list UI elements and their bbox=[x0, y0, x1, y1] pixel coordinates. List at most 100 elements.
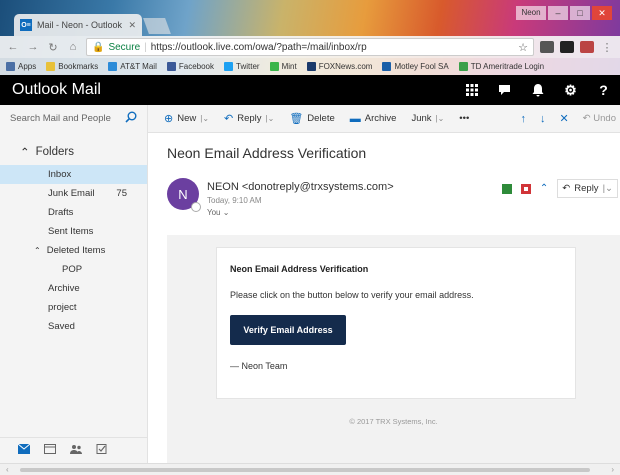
folder-archive[interactable]: Archive bbox=[0, 279, 147, 298]
folder-drafts[interactable]: Drafts bbox=[0, 203, 147, 222]
archive-icon: ▬ bbox=[349, 112, 361, 125]
bookmark-item[interactable]: Mint bbox=[269, 62, 297, 71]
bookmark-favicon-icon bbox=[108, 62, 118, 71]
back-icon[interactable]: ← bbox=[6, 41, 20, 53]
arrow-down-icon[interactable]: ↓ bbox=[540, 113, 546, 125]
command-row: Search Mail and People ⊕ New |⌄ ↶ Reply |⌄ 🗑… bbox=[0, 104, 620, 133]
bookmark-star-icon[interactable]: ☆ bbox=[518, 41, 528, 54]
chevron-down-icon[interactable]: |⌄ bbox=[266, 114, 275, 123]
green-addin-icon[interactable] bbox=[501, 183, 512, 194]
new-tab-button[interactable] bbox=[143, 18, 171, 34]
bookmark-favicon-icon bbox=[6, 62, 15, 71]
undo-button[interactable]: ↶ Undo bbox=[583, 113, 616, 124]
tab-title: Mail - Neon - Outlook bbox=[37, 20, 123, 30]
settings-gear-icon[interactable]: ⚙ bbox=[554, 75, 587, 105]
scroll-left-icon[interactable]: ‹ bbox=[6, 465, 9, 474]
scroll-right-icon[interactable]: › bbox=[611, 465, 614, 474]
search-input[interactable]: Search Mail and People bbox=[10, 113, 125, 124]
folder-pop[interactable]: POP bbox=[0, 260, 147, 279]
app-title[interactable]: Outlook Mail bbox=[0, 81, 455, 99]
close-icon[interactable]: ✕ bbox=[559, 112, 568, 125]
chevron-down-icon[interactable]: |⌄ bbox=[200, 114, 209, 123]
people-icon[interactable] bbox=[70, 444, 82, 457]
extension-icon[interactable] bbox=[580, 41, 594, 53]
bookmark-item[interactable]: FOXNews.com bbox=[306, 62, 372, 71]
reply-command-button[interactable]: ↶ Reply |⌄ bbox=[224, 112, 274, 125]
maximize-icon[interactable]: □ bbox=[570, 6, 590, 20]
unread-count: 75 bbox=[116, 188, 127, 199]
minimize-icon[interactable]: – bbox=[548, 6, 568, 20]
bookmark-item[interactable]: Facebook bbox=[166, 62, 214, 71]
calendar-icon[interactable] bbox=[44, 444, 56, 457]
module-switcher bbox=[0, 437, 148, 463]
reply-icon: ↶ bbox=[562, 183, 571, 194]
collapse-chevron-icon[interactable]: ⌃ bbox=[540, 183, 548, 194]
search-icon[interactable] bbox=[125, 111, 137, 126]
recipient-line[interactable]: You ⌄ bbox=[207, 208, 229, 217]
sender-address[interactable]: NEON <donotreply@trxsystems.com> bbox=[207, 181, 394, 193]
outlook-header: Outlook Mail ⚙ ? bbox=[0, 75, 620, 105]
folder-project[interactable]: project bbox=[0, 298, 147, 317]
chevron-down-icon[interactable]: |⌄ bbox=[603, 183, 613, 194]
secure-label: Secure bbox=[108, 41, 141, 53]
folders-header[interactable]: ⌃ Folders bbox=[0, 133, 147, 165]
folder-inbox[interactable]: Inbox bbox=[0, 165, 147, 184]
extension-icon[interactable] bbox=[560, 41, 574, 53]
tasks-icon[interactable] bbox=[96, 444, 108, 457]
red-addin-icon[interactable] bbox=[520, 183, 531, 194]
chevron-down-icon[interactable]: |⌄ bbox=[436, 114, 445, 123]
command-bar: ⊕ New |⌄ ↶ Reply |⌄ 🗑 Delete ▬ Archive Junk |⌄ … bbox=[148, 112, 520, 126]
folder-deleted-items[interactable]: ⌃ Deleted Items bbox=[0, 241, 147, 260]
chevron-up-icon[interactable]: ⌃ bbox=[34, 246, 41, 255]
mail-icon[interactable] bbox=[17, 443, 31, 457]
tab-close-icon[interactable]: ✕ bbox=[128, 20, 136, 31]
arrow-up-icon[interactable]: ↑ bbox=[520, 113, 526, 125]
outlook-tab-icon: O≡ bbox=[20, 19, 32, 31]
window-close-icon[interactable]: ✕ bbox=[592, 6, 612, 20]
reload-icon[interactable]: ↻ bbox=[46, 41, 60, 54]
folder-sent-items[interactable]: Sent Items bbox=[0, 222, 147, 241]
reply-button[interactable]: ↶ Reply |⌄ bbox=[557, 179, 618, 198]
new-button[interactable]: ⊕ New |⌄ bbox=[164, 112, 209, 125]
bookmark-item[interactable]: Motley Fool SA bbox=[382, 62, 449, 71]
help-icon[interactable]: ? bbox=[587, 75, 620, 105]
delete-button[interactable]: 🗑 Delete bbox=[289, 112, 334, 125]
bookmark-favicon-icon bbox=[269, 62, 279, 71]
bookmarks-bar: Apps Bookmarks AT&T Mail Facebook Twitter Min… bbox=[0, 58, 620, 75]
address-bar-row: ← → ↻ ⌂ 🔒 Secure | https://outlook.live.… bbox=[0, 36, 620, 58]
navigation-actions: ↑ ↓ ✕ ↶ Undo bbox=[520, 112, 620, 126]
email-instructions: Please click on the button below to veri… bbox=[230, 290, 474, 300]
bookmark-favicon-icon bbox=[306, 62, 316, 71]
notifications-bell-icon[interactable] bbox=[521, 75, 554, 105]
chrome-menu-icon[interactable]: ⋮ bbox=[600, 41, 614, 54]
more-actions-button[interactable]: ••• bbox=[459, 113, 469, 124]
bookmark-item[interactable]: TD Ameritrade Login bbox=[458, 62, 544, 71]
folder-junk-email[interactable]: Junk Email 75 bbox=[0, 184, 147, 203]
chevron-down-icon[interactable]: ⌄ bbox=[223, 208, 230, 217]
presence-icon bbox=[191, 202, 201, 212]
window-user-label[interactable]: Neon bbox=[516, 6, 546, 20]
scrollbar-thumb[interactable] bbox=[20, 468, 590, 472]
browser-tab[interactable]: O≡ Mail - Neon - Outlook ✕ bbox=[14, 14, 142, 36]
junk-button[interactable]: Junk |⌄ bbox=[411, 113, 444, 124]
app-launcher-icon[interactable] bbox=[455, 75, 488, 105]
forward-icon[interactable]: → bbox=[26, 41, 40, 53]
extension-icon[interactable] bbox=[540, 41, 554, 53]
email-heading: Neon Email Address Verification bbox=[230, 264, 369, 274]
search-box[interactable]: Search Mail and People bbox=[0, 104, 148, 133]
url-text: https://outlook.live.com/owa/?path=/mail… bbox=[150, 41, 367, 53]
horizontal-scrollbar[interactable]: ‹ › bbox=[0, 463, 620, 475]
archive-button[interactable]: ▬ Archive bbox=[350, 113, 397, 125]
bookmark-item[interactable]: Twitter bbox=[224, 62, 260, 71]
bookmark-item[interactable]: AT&T Mail bbox=[108, 62, 157, 71]
verify-email-button[interactable]: Verify Email Address bbox=[230, 315, 346, 345]
folder-pane: ⌃ Folders Inbox Junk Email 75 Drafts Sen… bbox=[0, 133, 148, 463]
bookmark-item[interactable]: Bookmarks bbox=[46, 62, 98, 71]
bookmark-favicon-icon bbox=[458, 62, 468, 71]
home-icon[interactable]: ⌂ bbox=[66, 41, 80, 53]
skype-chat-icon[interactable] bbox=[488, 75, 521, 105]
address-bar[interactable]: 🔒 Secure | https://outlook.live.com/owa/… bbox=[86, 38, 534, 56]
email-card: Neon Email Address Verification Please c… bbox=[216, 247, 576, 399]
bookmark-item[interactable]: Apps bbox=[6, 62, 36, 71]
folder-saved[interactable]: Saved bbox=[0, 317, 147, 336]
